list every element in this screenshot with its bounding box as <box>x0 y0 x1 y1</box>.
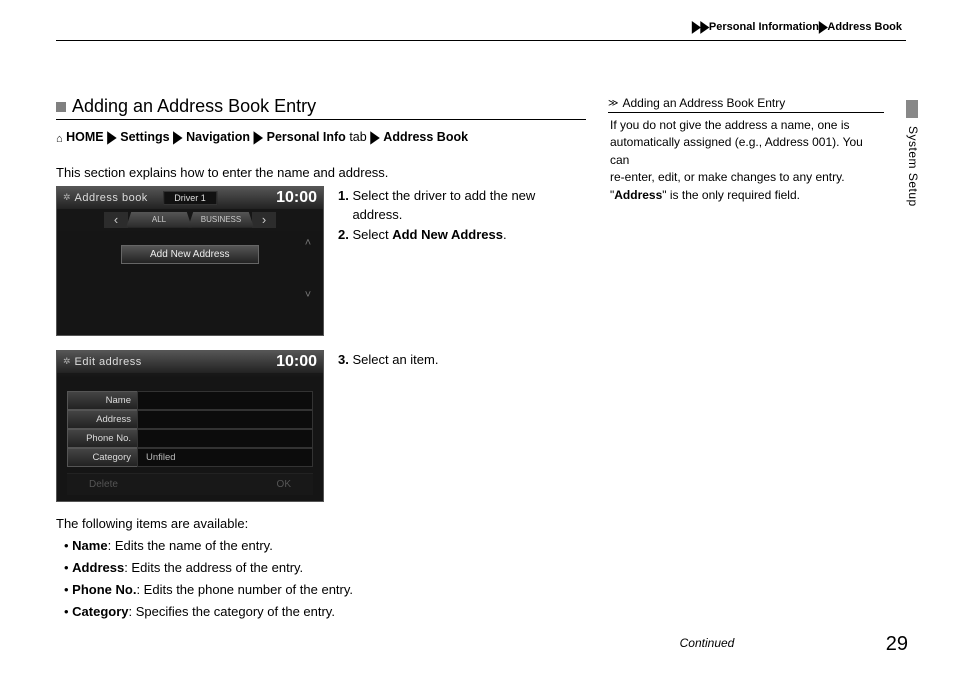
step-1-textb: address. <box>352 207 402 222</box>
bullet-category: Category: Specifies the category of the … <box>64 601 586 623</box>
bullet-address-label: Address <box>72 560 124 575</box>
step-num: 3. <box>338 352 349 367</box>
bullet-phone-text: : Edits the phone number of the entry. <box>136 582 353 597</box>
sidebar-body: If you do not give the address a name, o… <box>608 113 884 204</box>
value-category[interactable]: Unfiled <box>137 448 313 467</box>
sidebar-line1: If you do not give the address a name, o… <box>610 118 849 132</box>
gear-icon: ✲ <box>63 192 71 203</box>
form-row-phone[interactable]: Phone No. <box>67 429 313 448</box>
label-phone: Phone No. <box>67 429 137 448</box>
bullet-phone-label: Phone No. <box>72 582 136 597</box>
ok-button[interactable]: OK <box>277 479 291 490</box>
bullet-category-label: Category <box>72 604 128 619</box>
bullet-name: Name: Edits the name of the entry. <box>64 535 586 557</box>
section-title: Adding an Address Book Entry <box>72 96 316 117</box>
header-rule <box>56 40 906 41</box>
path-settings: Settings <box>120 130 169 144</box>
label-address: Address <box>67 410 137 429</box>
path-personal-info: Personal Info <box>267 130 346 144</box>
sidebar-line3: re-enter, edit, or make changes to any e… <box>610 170 845 184</box>
triangle-icon: ▶ <box>254 124 264 150</box>
bullet-address: Address: Edits the address of the entry. <box>64 557 586 579</box>
nav-path: HOME ▶ Settings ▶ Navigation ▶ Personal … <box>56 128 586 147</box>
tab-business[interactable]: BUSINESS <box>188 212 254 228</box>
step-num: 2. <box>338 227 349 242</box>
gear-icon: ✲ <box>63 356 71 367</box>
bullet-phone: Phone No.: Edits the phone number of the… <box>64 579 586 601</box>
clock: 10:00 <box>276 189 317 207</box>
label-name: Name <box>67 391 137 410</box>
breadcrumb-1: Personal Information <box>709 21 819 33</box>
label-category: Category <box>67 448 137 467</box>
sidebar-line4b: Address <box>614 188 662 202</box>
bullet-name-label: Name <box>72 538 107 553</box>
sidebar-line4c: " is the only required field. <box>662 188 800 202</box>
tab-all[interactable]: ALL <box>126 212 192 228</box>
device-screenshot-1: ✲ Address book Driver 1 10:00 ‹ ALL BUSI… <box>56 186 324 336</box>
chevron-up-icon[interactable]: ˄ <box>305 237 311 249</box>
screen2-title: Edit address <box>75 356 142 368</box>
value-phone[interactable] <box>137 429 313 448</box>
triangle-icon: ▶▶ <box>692 17 709 35</box>
screen1-title: Address book <box>75 192 148 204</box>
triangle-icon: ▶ <box>819 17 827 35</box>
chevron-down-icon[interactable]: ˅ <box>305 289 311 301</box>
home-icon <box>56 130 63 144</box>
side-tab-label: System Setup <box>906 126 920 207</box>
double-triangle-icon: ≫ <box>608 98 618 109</box>
page-number: 29 <box>886 633 908 656</box>
step-2-text-b: Add New Address <box>392 227 503 242</box>
section-heading: Adding an Address Book Entry <box>56 96 586 120</box>
bullet-name-text: : Edits the name of the entry. <box>108 538 273 553</box>
sidebar-heading: ≫ Adding an Address Book Entry <box>608 96 884 113</box>
delete-button[interactable]: Delete <box>89 479 118 490</box>
triangle-icon: ▶ <box>370 124 380 150</box>
step-2: 2. Select Add New Address. <box>338 225 535 245</box>
chevron-right-icon[interactable]: › <box>252 212 276 228</box>
step-3-text: Select an item. <box>352 352 438 367</box>
side-tab-marker <box>906 100 918 118</box>
step-2-text-c: . <box>503 227 507 242</box>
section-intro: This section explains how to enter the n… <box>56 165 586 180</box>
value-name[interactable] <box>137 391 313 410</box>
form-row-category[interactable]: Category Unfiled <box>67 448 313 467</box>
step-1-text: Select the driver to add the new <box>352 188 535 203</box>
step-1: 1. Select the driver to add the new addr… <box>338 186 535 225</box>
step-2-text-a: Select <box>352 227 392 242</box>
sidebar-line2: automatically assigned (e.g., Address 00… <box>610 135 863 166</box>
bullet-address-text: : Edits the address of the entry. <box>124 560 303 575</box>
square-icon <box>56 102 66 112</box>
path-home: HOME <box>66 130 104 144</box>
driver-selector[interactable]: Driver 1 <box>163 191 217 205</box>
add-new-address-button[interactable]: Add New Address <box>121 245 259 264</box>
path-address-book: Address Book <box>383 130 468 144</box>
available-intro: The following items are available: <box>56 516 586 531</box>
form-row-address[interactable]: Address <box>67 410 313 429</box>
triangle-icon: ▶ <box>173 124 183 150</box>
sidebar-title: Adding an Address Book Entry <box>622 96 785 110</box>
breadcrumb: ▶▶Personal Information▶Address Book <box>692 20 902 33</box>
step-num: 1. <box>338 188 349 203</box>
bullet-category-text: : Specifies the category of the entry. <box>129 604 335 619</box>
step-3: 3. Select an item. <box>338 350 438 370</box>
continued-label: Continued <box>0 636 954 650</box>
path-navigation: Navigation <box>186 130 250 144</box>
chevron-left-icon[interactable]: ‹ <box>104 212 128 228</box>
device-screenshot-2: ✲ Edit address 10:00 Name Address <box>56 350 324 502</box>
breadcrumb-2: Address Book <box>827 21 902 33</box>
triangle-icon: ▶ <box>107 124 117 150</box>
path-tab-word: tab <box>349 130 366 144</box>
value-address[interactable] <box>137 410 313 429</box>
clock: 10:00 <box>276 353 317 371</box>
form-row-name[interactable]: Name <box>67 391 313 410</box>
